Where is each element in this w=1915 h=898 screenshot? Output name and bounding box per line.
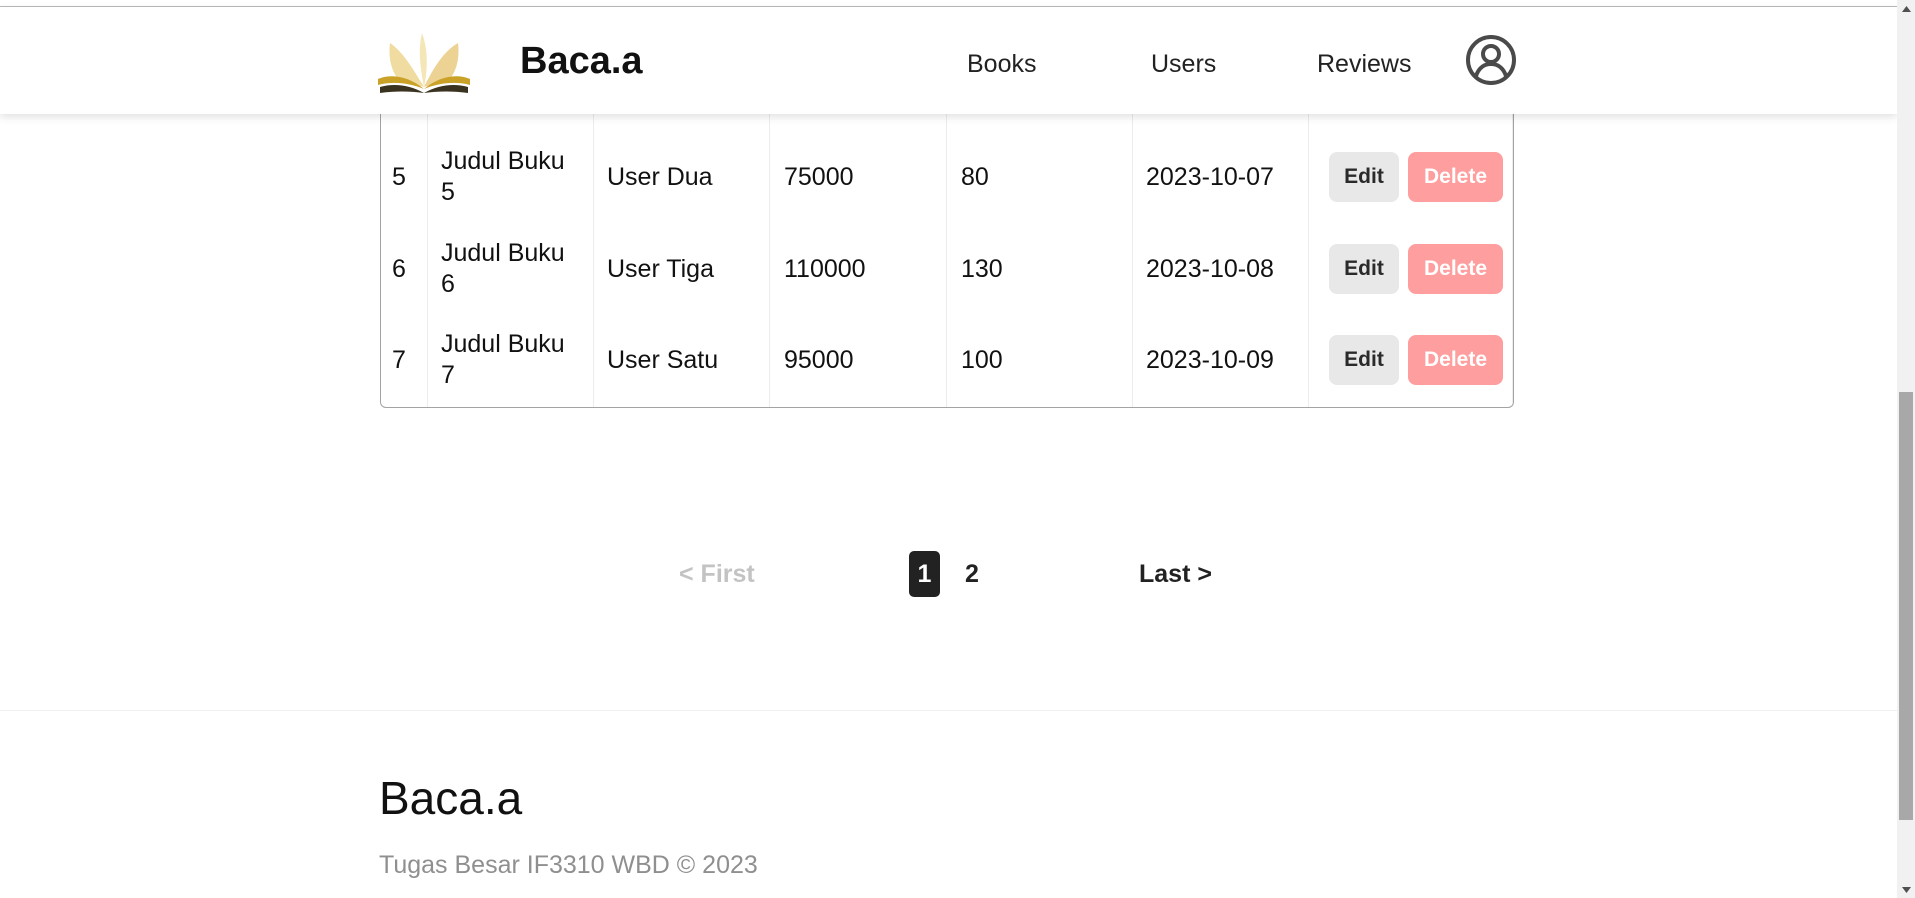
cell-pages: 130 — [961, 254, 1003, 283]
vertical-scrollbar[interactable] — [1897, 0, 1915, 898]
title-line: Judul Buku — [441, 330, 565, 358]
title-line: Judul Buku — [441, 239, 565, 267]
footer-copyright: Tugas Besar IF3310 WBD © 2023 — [379, 851, 758, 879]
cell-date: 2023-10-08 — [1146, 254, 1274, 283]
table-row: 6 Judul Buku 6 User Tiga 110000 130 2023… — [381, 223, 1513, 315]
cell-pages: 100 — [961, 345, 1003, 374]
cell-date: 2023-10-09 — [1146, 345, 1274, 374]
cell-title: Judul Buku 6 — [430, 223, 580, 315]
cell-title: Judul Buku 7 — [430, 314, 580, 406]
cell-id: 5 — [392, 162, 406, 191]
delete-button[interactable]: Delete — [1408, 244, 1503, 294]
edit-button[interactable]: Edit — [1329, 152, 1399, 202]
footer-divider — [0, 710, 1897, 711]
cell-id: 6 — [392, 254, 406, 283]
edit-button[interactable]: Edit — [1329, 335, 1399, 385]
cell-price: 110000 — [784, 254, 866, 283]
title-line: 7 — [441, 361, 455, 389]
delete-button[interactable]: Delete — [1408, 335, 1503, 385]
scroll-down-arrow-icon[interactable] — [1897, 881, 1915, 898]
pagination-page-active[interactable]: 1 — [909, 551, 940, 597]
user-circle-icon[interactable] — [1465, 34, 1517, 86]
pagination-page[interactable]: 2 — [965, 554, 979, 594]
open-book-icon[interactable] — [378, 29, 470, 95]
page-viewport: 5 Judul Buku 5 User Dua 75000 80 2023-10… — [0, 0, 1897, 898]
cell-date: 2023-10-07 — [1146, 162, 1274, 191]
cell-price: 75000 — [784, 162, 854, 191]
edit-button[interactable]: Edit — [1329, 244, 1399, 294]
brand-name[interactable]: Baca.a — [520, 39, 643, 83]
nav-users[interactable]: Users — [1151, 49, 1216, 79]
cell-user: User Dua — [607, 162, 713, 191]
table-row: 7 Judul Buku 7 User Satu 95000 100 2023-… — [381, 314, 1513, 406]
nav-books[interactable]: Books — [967, 49, 1036, 79]
scroll-up-arrow-icon[interactable] — [1897, 0, 1915, 17]
delete-button[interactable]: Delete — [1408, 152, 1503, 202]
pagination-last[interactable]: Last > — [1139, 554, 1212, 594]
cell-id: 7 — [392, 345, 406, 374]
scrollbar-thumb[interactable] — [1899, 392, 1913, 820]
pagination-first[interactable]: < First — [679, 554, 755, 594]
nav-reviews[interactable]: Reviews — [1317, 49, 1411, 79]
table-row: 5 Judul Buku 5 User Dua 75000 80 2023-10… — [381, 131, 1513, 223]
cell-user: User Tiga — [607, 254, 714, 283]
cell-user: User Satu — [607, 345, 719, 374]
title-line: 6 — [441, 270, 455, 298]
footer-brand: Baca.a — [379, 772, 523, 824]
cell-price: 95000 — [784, 345, 854, 374]
title-line: Judul Buku — [441, 147, 565, 175]
cell-pages: 80 — [961, 162, 989, 191]
site-header: Baca.a Books Users Reviews — [0, 7, 1897, 114]
title-line: 5 — [441, 178, 455, 206]
cell-title: Judul Buku 5 — [430, 131, 580, 223]
